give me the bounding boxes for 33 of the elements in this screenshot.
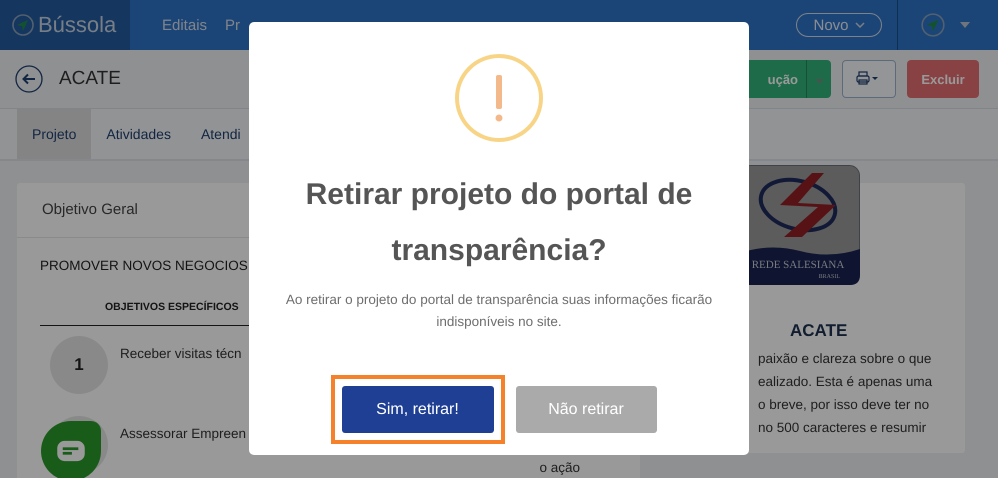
- tab[interactable]: Atividades: [91, 109, 186, 159]
- description-line: ealizado. Esta é apenas uma: [758, 373, 934, 391]
- description-line: paixão e clareza sobre o que: [758, 350, 932, 368]
- new-dropdown-button[interactable]: Novo: [796, 13, 882, 37]
- compass-logo-icon: [11, 13, 35, 37]
- compass-avatar-icon[interactable]: [920, 12, 946, 38]
- chevron-icon: [854, 22, 865, 28]
- back-icon[interactable]: [15, 65, 43, 93]
- brand-name: Bússola: [38, 12, 116, 38]
- cancel-button[interactable]: Não retirar: [516, 386, 656, 433]
- confirm-button[interactable]: Sim, retirar!: [342, 386, 494, 433]
- warning-icon: [454, 53, 544, 143]
- table-cell-text: o ação: [539, 460, 581, 475]
- description-line: o breve, por isso deve ter no: [758, 396, 930, 414]
- logo-wordmark: REDE SALESIANA: [752, 259, 844, 271]
- print-button[interactable]: [842, 60, 896, 98]
- dropdown-toggle[interactable]: [806, 60, 831, 98]
- dialog-message: Ao retirar o projeto do portal de transparência suas informações ficarão indisponíveis no site.: [284, 291, 714, 331]
- tab[interactable]: Atendi: [186, 109, 256, 159]
- page-title: ACATE: [59, 68, 121, 90]
- description-line: no 500 caracteres e resumir: [758, 419, 928, 437]
- general-objective: PROMOVER NOVOS NEGOCIOS: [40, 258, 248, 273]
- caret-icon[interactable]: [960, 22, 970, 28]
- nav-link[interactable]: Editais: [162, 16, 208, 34]
- objective-text: Assessorar Empreen: [120, 426, 246, 441]
- number-badge: 1: [50, 336, 108, 394]
- delete-button[interactable]: Excluir: [907, 60, 979, 98]
- tab[interactable]: Projeto: [17, 109, 92, 159]
- chat-icon: [56, 440, 86, 462]
- profile-name: ACATE: [789, 321, 848, 341]
- objective-text: Receber visitas técn: [120, 346, 242, 361]
- caret-icon: [814, 78, 824, 84]
- nav-link[interactable]: Pr: [225, 16, 240, 34]
